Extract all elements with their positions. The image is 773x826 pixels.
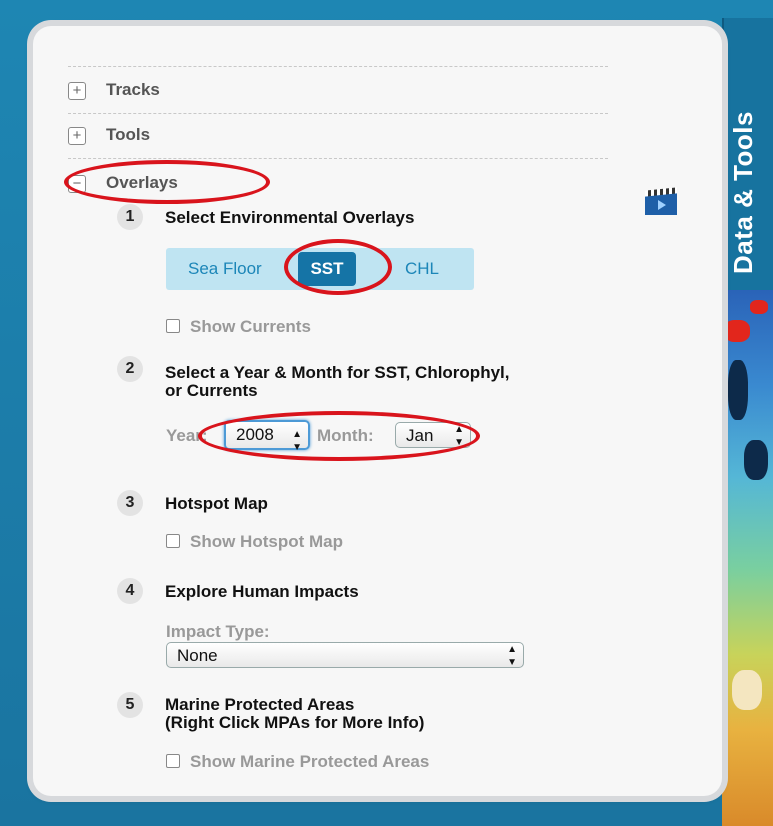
impact-type-label: Impact Type: xyxy=(166,622,270,641)
step-title-line2: or Currents xyxy=(165,381,258,400)
section-tools-label: Tools xyxy=(106,125,151,144)
show-hotspot-map-label: Show Hotspot Map xyxy=(190,532,343,551)
checkbox-icon[interactable] xyxy=(166,319,180,333)
step-title: Hotspot Map xyxy=(165,494,268,513)
step-title: Select Environmental Overlays xyxy=(165,208,415,227)
impact-type-value: None xyxy=(177,646,218,665)
section-tracks[interactable]: + Tracks xyxy=(68,80,160,100)
show-currents-checkbox[interactable]: Show Currents xyxy=(166,317,311,337)
show-mpas-label: Show Marine Protected Areas xyxy=(190,752,430,771)
divider xyxy=(68,113,608,114)
step-number: 5 xyxy=(117,692,143,718)
step-title-line1: Marine Protected Areas xyxy=(165,695,355,714)
checkbox-icon[interactable] xyxy=(166,534,180,548)
show-hotspot-map-checkbox[interactable]: Show Hotspot Map xyxy=(166,532,343,552)
divider xyxy=(68,66,608,67)
step-number: 1 xyxy=(117,204,143,230)
updown-icon: ▲ ▼ xyxy=(507,644,517,668)
video-clip-icon[interactable] xyxy=(645,187,677,215)
section-tools[interactable]: + Tools xyxy=(68,125,150,145)
step-title-line2: (Right Click MPAs for More Info) xyxy=(165,713,425,732)
annotation-date-circle xyxy=(198,411,480,461)
annotation-sst-circle xyxy=(284,239,392,295)
data-tools-tab[interactable]: Data & Tools xyxy=(722,18,773,290)
step-number: 4 xyxy=(117,578,143,604)
step-number: 2 xyxy=(117,356,143,382)
expand-icon[interactable]: + xyxy=(68,126,86,145)
data-tools-tab-label: Data & Tools xyxy=(728,111,758,274)
ocean-map-strip[interactable] xyxy=(722,290,773,826)
divider xyxy=(68,158,608,159)
sea-floor-option[interactable]: Sea Floor xyxy=(188,248,262,290)
chl-option[interactable]: CHL xyxy=(405,248,439,290)
section-tracks-label: Tracks xyxy=(106,80,160,99)
step-title-line1: Select a Year & Month for SST, Chlorophy… xyxy=(165,363,510,382)
impact-type-select[interactable]: None ▲ ▼ xyxy=(166,642,524,668)
step-number: 3 xyxy=(117,490,143,516)
show-currents-label: Show Currents xyxy=(190,317,311,336)
play-icon xyxy=(658,200,666,210)
annotation-overlays-circle xyxy=(64,160,270,204)
show-mpas-checkbox[interactable]: Show Marine Protected Areas xyxy=(166,752,429,772)
checkbox-icon[interactable] xyxy=(166,754,180,768)
step-title: Explore Human Impacts xyxy=(165,582,359,601)
expand-icon[interactable]: + xyxy=(68,81,86,100)
